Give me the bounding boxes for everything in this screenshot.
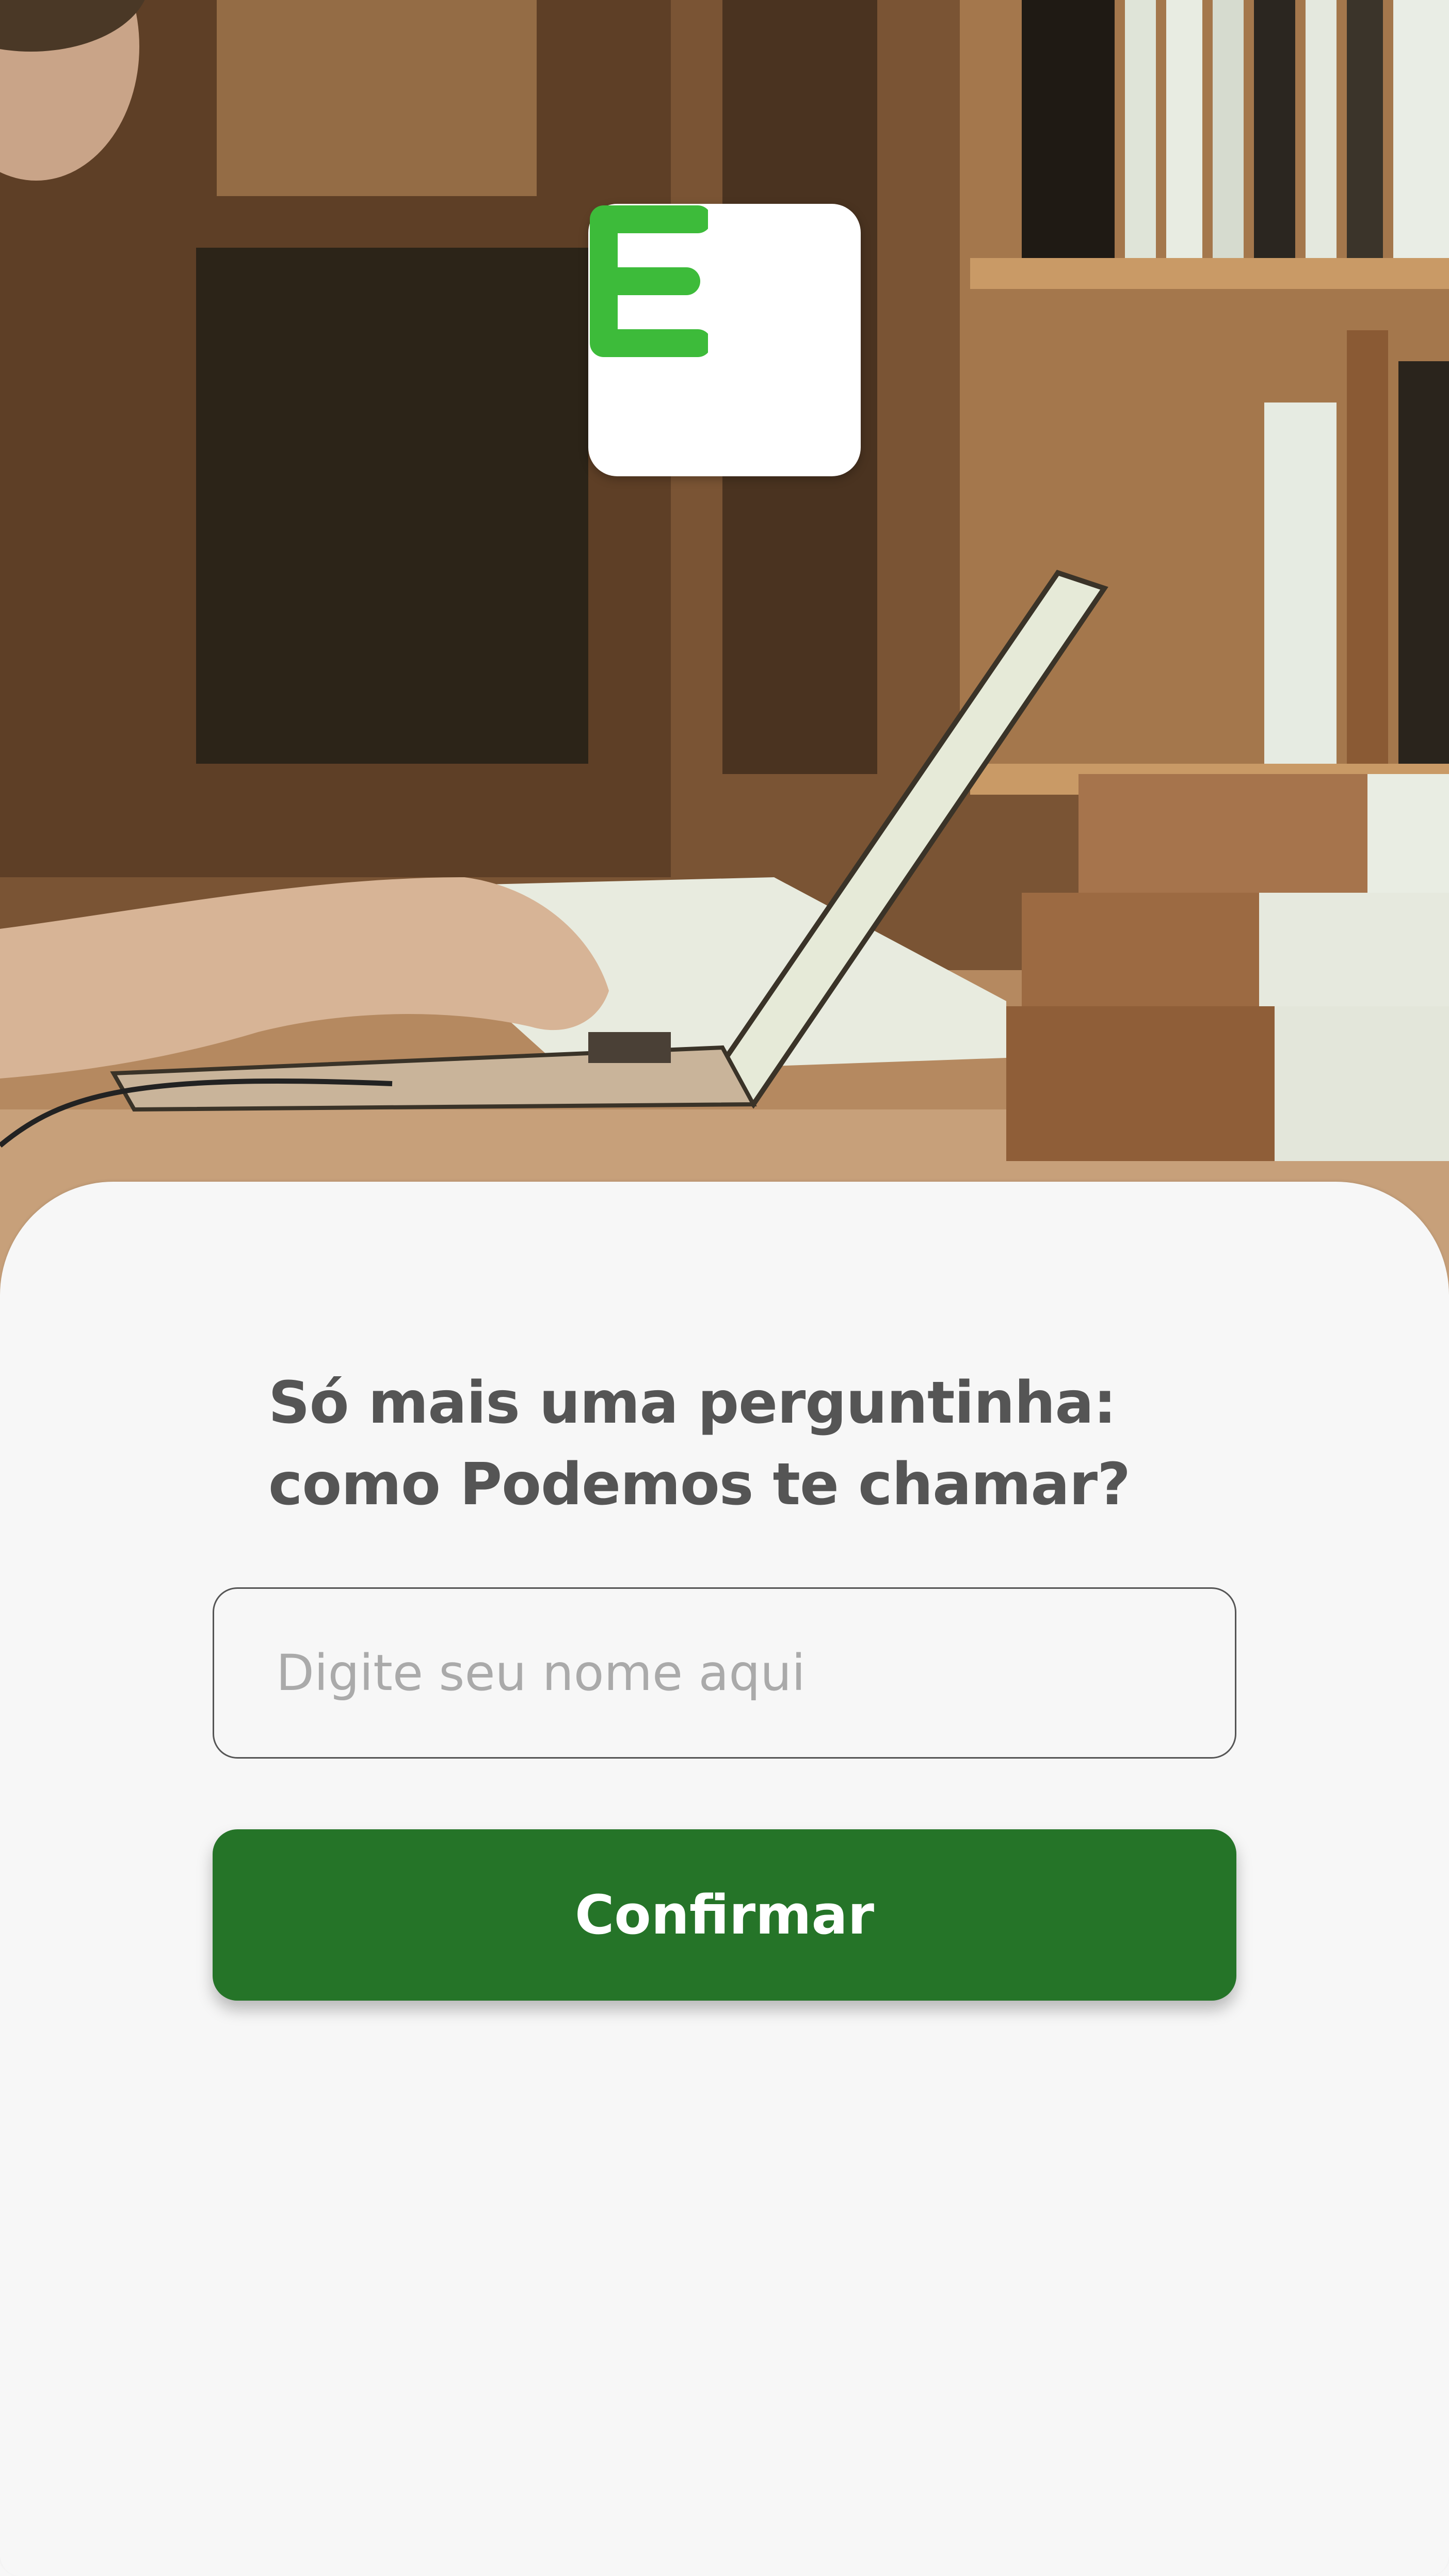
letter-e-logo-icon: [590, 205, 708, 357]
confirm-button[interactable]: Confirmar: [213, 1829, 1236, 2001]
name-input[interactable]: [213, 1587, 1236, 1759]
name-question: Só mais uma perguntinha: como Podemos te…: [268, 1370, 1131, 1518]
app-logo: [588, 204, 861, 476]
library-photo: [0, 0, 1449, 1300]
hero-image: [0, 0, 1449, 1300]
